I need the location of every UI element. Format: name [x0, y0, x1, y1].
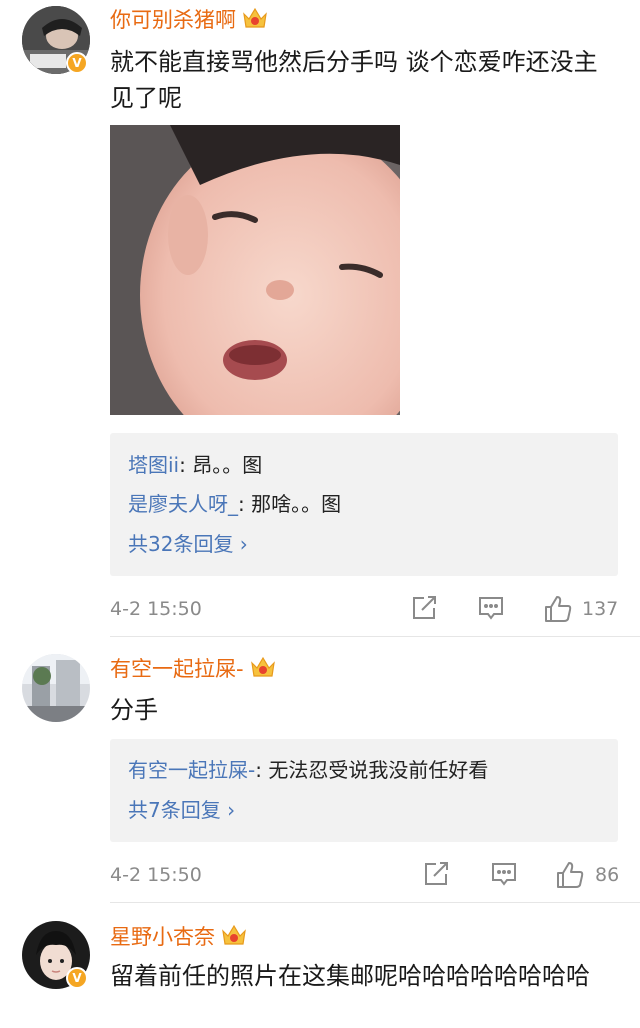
view-all-replies-link[interactable]: 共32条回复 ›: [128, 531, 248, 557]
timestamp: 4-2 15:50: [110, 598, 202, 620]
reply-username[interactable]: 有空一起拉屎-: [128, 758, 255, 782]
verified-badge-icon: V: [66, 967, 88, 989]
reply-username[interactable]: 是廖夫人呀_: [128, 492, 238, 516]
verified-badge-icon: V: [66, 52, 88, 74]
avatar[interactable]: [22, 654, 90, 722]
reply-item[interactable]: 是廖夫人呀_: 那啥。。图: [128, 491, 341, 517]
comment-3: V 星野小杏奈 留着前任的照片在这集邮呢哈哈哈哈哈哈哈哈: [0, 903, 640, 1028]
username[interactable]: 有空一起拉屎-: [110, 655, 276, 685]
reply-box[interactable]: 有空一起拉屎-: 无法忍受说我没前任好看 共7条回复 ›: [110, 739, 618, 842]
reply-text: : 昂。。图: [179, 453, 263, 477]
reply-username[interactable]: 塔图ii: [128, 453, 179, 477]
comment-text: 分手: [110, 696, 158, 724]
username[interactable]: 你可别杀猪啊: [110, 6, 268, 36]
comment-2: 有空一起拉屎- 分手 有空一起拉屎-: 无法忍受说我没前任好看 共7条回复 › …: [0, 637, 640, 902]
share-icon[interactable]: [422, 860, 450, 892]
like-count: 86: [595, 864, 620, 886]
reply-text: : 无法忍受说我没前任好看: [255, 758, 489, 782]
username[interactable]: 星野小杏奈: [110, 923, 247, 953]
comment-meta: 4-2 15:50 137: [110, 594, 620, 624]
like-icon[interactable]: [543, 594, 573, 628]
like-count: 137: [582, 598, 619, 620]
reply-text: : 那啥。。图: [238, 492, 342, 516]
comment-photo[interactable]: [110, 125, 400, 415]
crown-vip-icon: [221, 923, 247, 953]
comment-meta: 4-2 15:50 86: [110, 860, 620, 890]
timestamp: 4-2 15:50: [110, 864, 202, 886]
share-icon[interactable]: [410, 594, 438, 626]
reply-box[interactable]: 塔图ii: 昂。。图 是廖夫人呀_: 那啥。。图 共32条回复 ›: [110, 433, 618, 576]
reply-item[interactable]: 有空一起拉屎-: 无法忍受说我没前任好看: [128, 757, 488, 783]
comment-icon[interactable]: [490, 860, 518, 892]
crown-vip-icon: [242, 6, 268, 36]
crown-vip-icon: [250, 655, 276, 685]
comment-icon[interactable]: [477, 594, 505, 626]
like-icon[interactable]: [555, 860, 585, 894]
view-all-replies-link[interactable]: 共7条回复 ›: [128, 797, 235, 823]
comment-1: V 你可别杀猪啊 就不能直接骂他然后分手吗 谈个恋爱咋还没主见了呢 塔图ii: …: [0, 0, 640, 636]
reply-item[interactable]: 塔图ii: 昂。。图: [128, 452, 262, 478]
comment-text: 就不能直接骂他然后分手吗 谈个恋爱咋还没主见了呢: [110, 48, 598, 112]
comment-text: 留着前任的照片在这集邮呢哈哈哈哈哈哈哈哈: [110, 962, 590, 990]
